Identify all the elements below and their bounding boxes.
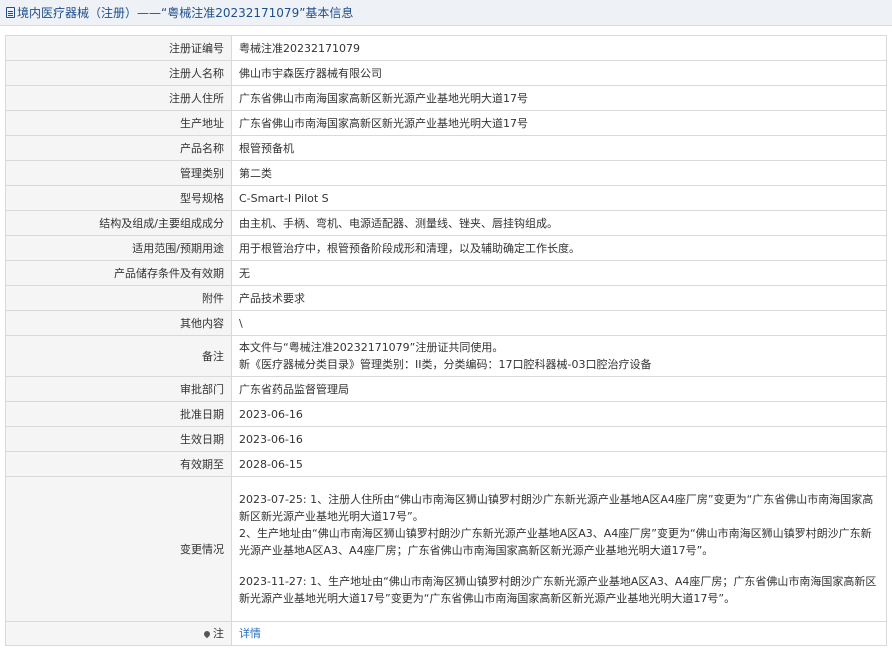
table-row: 型号规格 C-Smart-I Pilot S	[5, 185, 887, 211]
row-label: 结构及组成/主要组成成分	[5, 210, 232, 236]
row-label: 备注	[5, 335, 232, 377]
table-row: 生产地址 广东省佛山市南海国家高新区新光源产业基地光明大道17号	[5, 110, 887, 136]
row-value: 2023-06-16	[231, 401, 887, 427]
row-label: 审批部门	[5, 376, 232, 402]
row-value: 由主机、手柄、弯机、电源适配器、测量线、锉夹、唇挂钩组成。	[231, 210, 887, 236]
row-value: 根管预备机	[231, 135, 887, 161]
page-title-text: 境内医疗器械（注册）——“粤械注准20232171079”基本信息	[17, 6, 354, 20]
change-entry: 2023-11-27: 1、生产地址由“佛山市南海区狮山镇罗村朗沙广东新光源产业…	[239, 575, 877, 605]
row-value: \	[231, 310, 887, 336]
row-value: 广东省佛山市南海国家高新区新光源产业基地光明大道17号	[231, 85, 887, 111]
row-label: 管理类别	[5, 160, 232, 186]
row-value: 第二类	[231, 160, 887, 186]
table-row-note: 注 详情	[5, 621, 887, 646]
table-row: 生效日期 2023-06-16	[5, 426, 887, 452]
change-entry: 2、生产地址由“佛山市南海区狮山镇罗村朗沙广东新光源产业基地A区A3、A4座厂房…	[239, 527, 872, 557]
remark-value: 本文件与“粤械注准20232171079”注册证共同使用。 新《医疗器械分类目录…	[231, 335, 887, 377]
table-row-remark: 备注 本文件与“粤械注准20232171079”注册证共同使用。 新《医疗器械分…	[5, 335, 887, 377]
table-row: 批准日期 2023-06-16	[5, 401, 887, 427]
note-value: 详情	[231, 621, 887, 646]
row-label: 变更情况	[5, 476, 232, 622]
row-value: 无	[231, 260, 887, 286]
table-row-changes: 变更情况 2023-07-25: 1、注册人住所由“佛山市南海区狮山镇罗村朗沙广…	[5, 476, 887, 622]
row-label: 生产地址	[5, 110, 232, 136]
row-value: 粤械注准20232171079	[231, 35, 887, 61]
row-label: 附件	[5, 285, 232, 311]
detail-link[interactable]: 详情	[239, 627, 261, 640]
row-value: 用于根管治疗中，根管预备阶段成形和清理，以及辅助确定工作长度。	[231, 235, 887, 261]
table-row: 附件 产品技术要求	[5, 285, 887, 311]
table-row: 有效期至 2028-06-15	[5, 451, 887, 477]
table-row: 结构及组成/主要组成成分 由主机、手柄、弯机、电源适配器、测量线、锉夹、唇挂钩组…	[5, 210, 887, 236]
remark-line: 本文件与“粤械注准20232171079”注册证共同使用。	[239, 341, 504, 354]
row-value: 广东省药品监督管理局	[231, 376, 887, 402]
table-row: 注册人住所 广东省佛山市南海国家高新区新光源产业基地光明大道17号	[5, 85, 887, 111]
info-table: 注册证编号 粤械注准20232171079 注册人名称 佛山市宇森医疗器械有限公…	[5, 35, 887, 646]
change-entry: 2023-07-25: 1、注册人住所由“佛山市南海区狮山镇罗村朗沙广东新光源产…	[239, 493, 874, 523]
pin-icon	[202, 629, 212, 639]
changes-value: 2023-07-25: 1、注册人住所由“佛山市南海区狮山镇罗村朗沙广东新光源产…	[231, 476, 887, 622]
table-row: 其他内容 \	[5, 310, 887, 336]
row-value: 佛山市宇森医疗器械有限公司	[231, 60, 887, 86]
row-value: C-Smart-I Pilot S	[231, 185, 887, 211]
row-label: 型号规格	[5, 185, 232, 211]
row-label: 有效期至	[5, 451, 232, 477]
table-row: 适用范围/预期用途 用于根管治疗中，根管预备阶段成形和清理，以及辅助确定工作长度…	[5, 235, 887, 261]
table-row: 注册人名称 佛山市宇森医疗器械有限公司	[5, 60, 887, 86]
row-label: 注册证编号	[5, 35, 232, 61]
row-label: 适用范围/预期用途	[5, 235, 232, 261]
row-label: 生效日期	[5, 426, 232, 452]
row-label: 批准日期	[5, 401, 232, 427]
page-title: 境内医疗器械（注册）——“粤械注准20232171079”基本信息	[0, 0, 892, 26]
row-label: 注册人名称	[5, 60, 232, 86]
note-label: 注	[213, 627, 224, 640]
row-label: 注	[5, 621, 232, 646]
row-label: 产品名称	[5, 135, 232, 161]
remark-line: 新《医疗器械分类目录》管理类别：II类，分类编码：17口腔科器械-03口腔治疗设…	[239, 358, 652, 371]
table-row: 注册证编号 粤械注准20232171079	[5, 35, 887, 61]
row-label: 产品储存条件及有效期	[5, 260, 232, 286]
row-label: 其他内容	[5, 310, 232, 336]
row-value: 2028-06-15	[231, 451, 887, 477]
row-value: 广东省佛山市南海国家高新区新光源产业基地光明大道17号	[231, 110, 887, 136]
row-value: 产品技术要求	[231, 285, 887, 311]
table-row: 管理类别 第二类	[5, 160, 887, 186]
table-row: 产品储存条件及有效期 无	[5, 260, 887, 286]
table-row: 产品名称 根管预备机	[5, 135, 887, 161]
row-value: 2023-06-16	[231, 426, 887, 452]
table-row: 审批部门 广东省药品监督管理局	[5, 376, 887, 402]
document-icon	[6, 7, 15, 18]
row-label: 注册人住所	[5, 85, 232, 111]
